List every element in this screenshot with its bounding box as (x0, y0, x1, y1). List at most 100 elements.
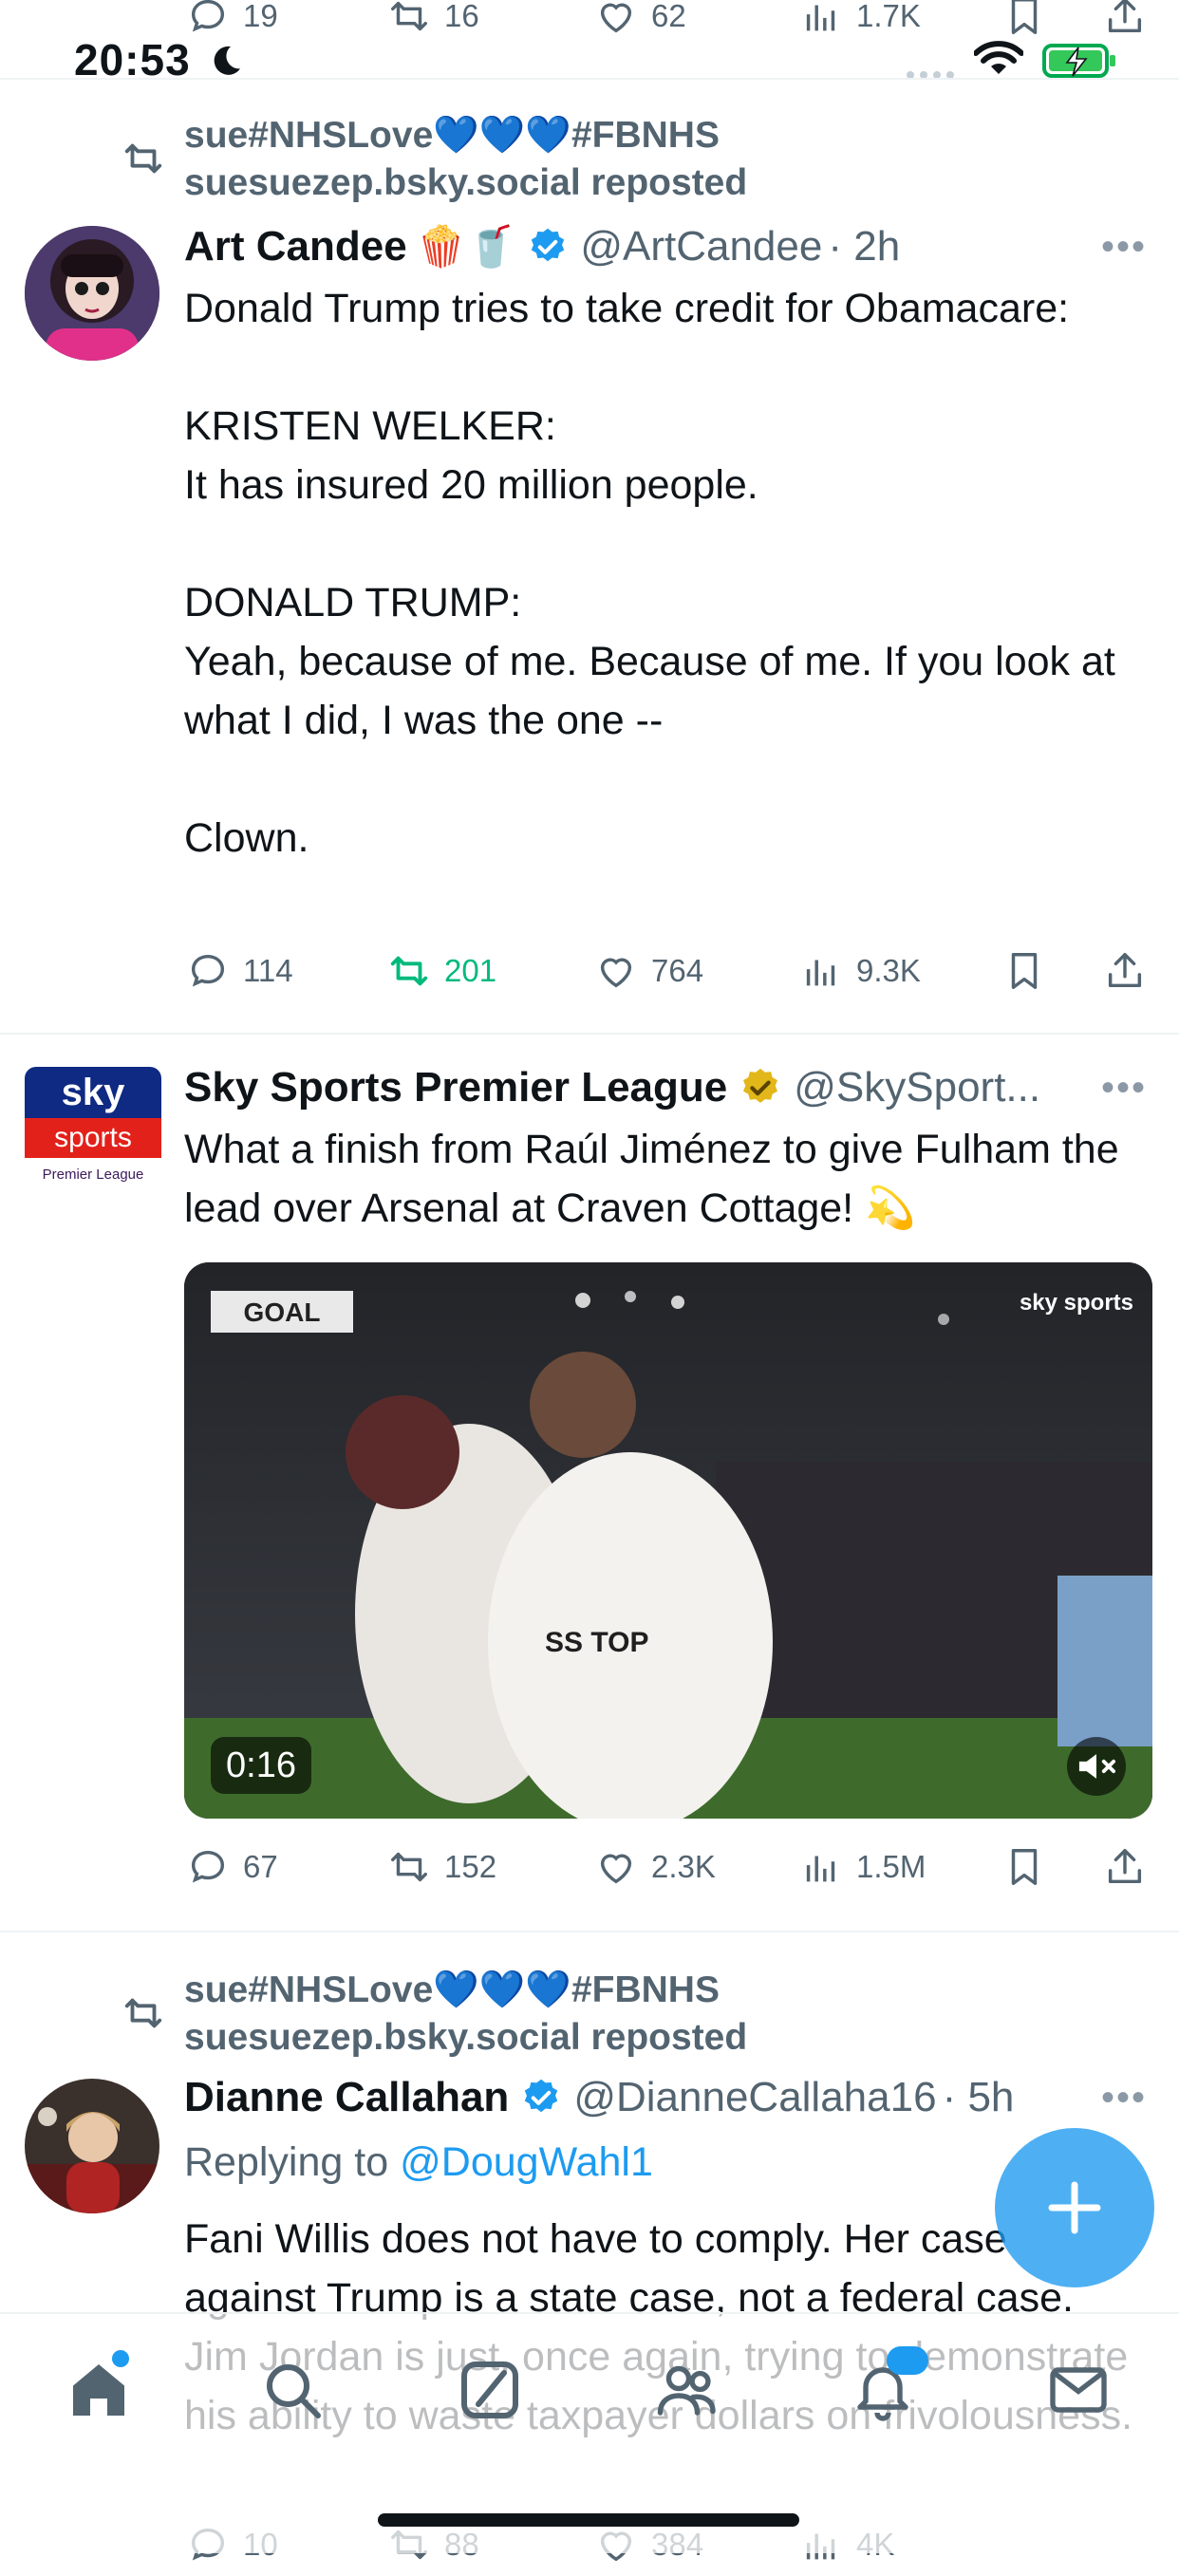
post-time: · 5h (942, 2074, 1015, 2120)
tab-search[interactable] (258, 2356, 327, 2424)
author-name[interactable]: Art Candee (184, 218, 407, 275)
views-count: 9.3K (856, 953, 921, 988)
author-handle[interactable]: @DianneCallaha16 (573, 2069, 936, 2126)
avatar-image (25, 226, 159, 361)
plus-icon (1048, 2181, 1101, 2234)
avatar-sports-label: sports (25, 1118, 161, 1158)
like-count: 764 (651, 953, 704, 988)
verified-gold-badge-icon (743, 1068, 778, 1103)
author-handle[interactable]: @ArtCandee (580, 218, 822, 275)
more-options-icon[interactable]: ••• (1101, 1067, 1147, 1110)
repost-user: sue#NHSLove💙💙💙#FBNHS (184, 115, 720, 156)
post-header: Art Candee 🍿🥤 @ArtCandee · 2h (184, 218, 900, 275)
repost-icon (124, 1998, 162, 2028)
notification-badge (887, 2346, 928, 2375)
bookmark-icon (1011, 1849, 1038, 1885)
post-actions: 67 152 2.3K 1.5M (184, 1839, 1143, 1896)
grok-icon (461, 2361, 518, 2418)
repost-indicator[interactable]: sue#NHSLove💙💙💙#FBNHS suesuezep.bsky.soci… (122, 112, 747, 203)
more-options-icon[interactable]: ••• (1101, 226, 1147, 269)
reply-button[interactable]: 67 (186, 1845, 278, 1889)
post-text: Donald Trump tries to take credit for Ob… (184, 286, 1115, 861)
like-button[interactable]: 2.3K (594, 1845, 716, 1889)
home-indicator (378, 2513, 799, 2527)
reply-button[interactable]: 114 (186, 949, 293, 993)
reply-icon (191, 954, 225, 987)
mute-button[interactable] (1067, 1737, 1126, 1796)
avatar-league-label: Premier League (42, 1167, 144, 1183)
messages-icon (1050, 2367, 1107, 2413)
post-text: What a finish from Raúl Jiménez to give … (184, 1127, 1119, 1231)
share-icon (1108, 953, 1142, 988)
divider (0, 78, 1179, 80)
views-button[interactable]: 9.3K (799, 949, 921, 993)
repost-indicator[interactable]: sue#NHSLove💙💙💙#FBNHS suesuezep.bsky.soci… (122, 1967, 747, 2058)
share-icon (1108, 1849, 1142, 1884)
divider (0, 1931, 1179, 1932)
views-count: 1.5M (856, 1849, 926, 1884)
communities-icon (657, 2365, 716, 2416)
avatar[interactable] (25, 226, 159, 361)
replying-to-handle[interactable]: @DougWahl1 (400, 2134, 653, 2191)
reply-icon (191, 1850, 225, 1883)
tab-home[interactable] (65, 2350, 133, 2424)
goal-badge: GOAL (244, 1297, 321, 1327)
video-brand: sky sports (1020, 1290, 1133, 1316)
search-icon (267, 2364, 321, 2418)
repost-count: 201 (444, 953, 497, 988)
muted-speaker-icon (1078, 1754, 1116, 1779)
views-icon (806, 1856, 835, 1882)
post-header: Dianne Callahan @DianneCallaha16 · 5h (184, 2069, 1014, 2126)
author-emoji: 🍿🥤 (416, 224, 516, 269)
bookmark-icon (1011, 953, 1038, 989)
more-options-icon[interactable]: ••• (1101, 2077, 1147, 2119)
like-count: 2.3K (651, 1849, 716, 1884)
video-duration: 0:16 (211, 1737, 311, 1794)
author-name[interactable]: Dianne Callahan (184, 2069, 509, 2126)
post-header: Sky Sports Premier League @SkySport... (184, 1059, 1040, 1116)
reply-count: 67 (243, 1849, 278, 1884)
video-player[interactable]: GOAL sky sports SS TOP 0:16 (184, 1262, 1152, 1819)
battery-charging-icon (1042, 44, 1115, 78)
divider (0, 1033, 1179, 1035)
views-button[interactable]: 1.5M (799, 1845, 926, 1889)
like-button[interactable]: 764 (594, 949, 703, 993)
repost-button[interactable]: 201 (387, 949, 496, 993)
heart-icon (600, 958, 632, 988)
repost-icon (390, 956, 428, 986)
reply-count: 114 (243, 953, 293, 988)
repost-label: suesuezep.bsky.social reposted (184, 162, 748, 203)
repost-button[interactable]: 152 (387, 1845, 496, 1889)
repost-icon (391, 1852, 427, 1882)
tab-grok[interactable] (456, 2356, 524, 2424)
replying-to: Replying to @DougWahl1 (184, 2134, 653, 2191)
avatar[interactable] (25, 2079, 159, 2213)
views-icon (806, 960, 835, 986)
video-thumbnail: GOAL sky sports SS TOP (184, 1262, 1152, 1819)
repost-icon (124, 143, 162, 174)
tab-communities[interactable] (653, 2356, 721, 2424)
heart-icon (600, 1854, 632, 1884)
repost-count: 152 (444, 1849, 497, 1884)
repost-user: sue#NHSLove💙💙💙#FBNHS (184, 1969, 720, 2010)
bookmark-button[interactable] (1002, 1845, 1046, 1889)
avatar[interactable]: sky sports Premier League (25, 1067, 161, 1204)
author-name[interactable]: Sky Sports Premier League (184, 1059, 727, 1116)
post-time: · 2h (828, 223, 901, 270)
wifi-icon (974, 41, 1023, 74)
author-handle[interactable]: @SkySport... (794, 1059, 1040, 1116)
tab-messages[interactable] (1044, 2356, 1113, 2424)
avatar-image (25, 2079, 159, 2213)
avatar-sky-label: sky (25, 1067, 161, 1118)
bookmark-button[interactable] (1002, 949, 1046, 993)
focus-moon-icon (214, 46, 240, 75)
share-button[interactable] (1103, 949, 1147, 993)
verified-badge-icon (525, 2079, 558, 2113)
status-bar: 20:53 (0, 0, 1179, 85)
unread-dot (112, 2350, 129, 2367)
share-button[interactable] (1103, 1845, 1147, 1889)
tab-notifications[interactable] (849, 2346, 928, 2424)
shirt-sponsor: SS TOP (545, 1627, 648, 1658)
post-actions: 114 201 764 9.3K (184, 943, 1143, 1000)
compose-button[interactable] (995, 2128, 1154, 2287)
